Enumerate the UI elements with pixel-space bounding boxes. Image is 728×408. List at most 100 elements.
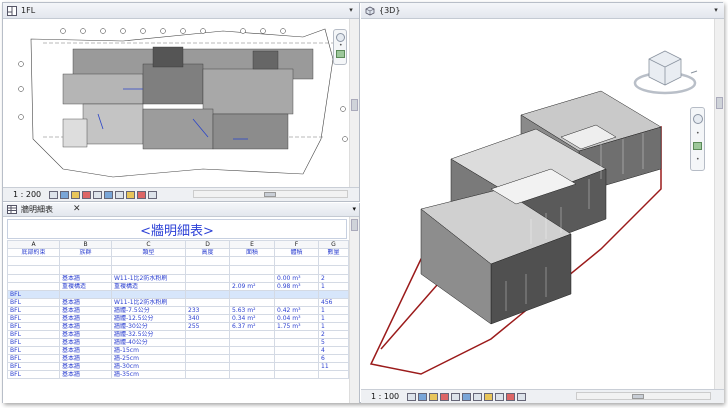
table-cell[interactable]: 牆-35cm [111, 370, 186, 379]
reveal-hidden-icon[interactable] [137, 190, 147, 199]
table-cell[interactable]: G [318, 240, 349, 249]
table-cell[interactable]: 0.00 m³ [274, 274, 319, 283]
table-cell[interactable] [229, 354, 275, 363]
table-cell[interactable]: 255 [185, 322, 230, 331]
table-cell[interactable] [318, 265, 349, 275]
table-cell[interactable] [7, 282, 60, 291]
table-cell[interactable]: 基本牆 [59, 354, 112, 363]
table-cell[interactable]: BFL [7, 290, 60, 299]
table-cell[interactable] [229, 274, 275, 283]
table-cell[interactable]: BFL [7, 330, 60, 339]
table-cell[interactable]: 類型 [111, 248, 186, 257]
table-cell[interactable]: A [7, 240, 60, 249]
table-row[interactable]: BFL 基本牆 牆體-7.5公分 233 5.63 m² 0.42 m³ 1 [7, 306, 349, 315]
detail-level-icon[interactable] [49, 190, 59, 199]
table-cell[interactable] [274, 338, 319, 347]
table-row[interactable]: 重複構造 重複構造 2.09 m² 0.98 m³ 1 [7, 282, 349, 291]
scroll-thumb[interactable] [632, 394, 644, 399]
plan-scale-label[interactable]: 1 : 200 [13, 190, 41, 199]
table-cell[interactable] [59, 290, 112, 299]
table-cell[interactable]: 基本牆 [59, 314, 112, 323]
table-cell[interactable] [185, 354, 230, 363]
plan-view-titlebar[interactable]: 1FL ▾ [3, 3, 359, 19]
analytical-model-icon[interactable] [148, 190, 158, 199]
table-cell[interactable]: 1 [318, 322, 349, 331]
floor-plan-drawing[interactable] [3, 19, 349, 188]
table-cell[interactable] [229, 346, 275, 355]
table-cell[interactable]: 2 [318, 274, 349, 283]
table-cell[interactable] [274, 346, 319, 355]
plan-horizontal-scrollbar[interactable] [193, 190, 348, 198]
table-cell[interactable]: 2.09 m² [229, 282, 275, 291]
table-cell[interactable]: 11 [318, 362, 349, 371]
zoom-region-icon[interactable] [693, 142, 702, 150]
pane-menu-icon[interactable]: ▾ [346, 6, 356, 15]
table-cell[interactable]: 2 [318, 330, 349, 339]
table-cell[interactable] [185, 274, 230, 283]
table-cell[interactable] [7, 274, 60, 283]
table-cell[interactable] [185, 362, 230, 371]
table-cell[interactable] [185, 256, 230, 266]
table-cell[interactable]: BFL [7, 362, 60, 371]
lock-view-icon[interactable] [115, 190, 125, 199]
scroll-thumb[interactable] [716, 97, 723, 109]
table-cell[interactable]: 456 [318, 298, 349, 307]
steering-wheel-icon[interactable] [693, 114, 703, 124]
table-cell[interactable]: 牆體-7.5公分 [111, 306, 186, 315]
table-row[interactable]: BFL [7, 290, 349, 299]
table-cell[interactable]: 233 [185, 306, 230, 315]
table-cell[interactable] [185, 298, 230, 307]
table-cell[interactable] [59, 256, 112, 266]
column-header-row[interactable]: 底部約束 族群 類型 高度 面積 體積 數量 [7, 248, 349, 257]
table-cell[interactable]: 基本牆 [59, 274, 112, 283]
blank-row[interactable] [7, 256, 349, 266]
table-cell[interactable]: W11-1比2防水粉刷 [111, 298, 186, 307]
table-cell[interactable]: 重複構造 [59, 282, 112, 291]
table-row[interactable]: 基本牆 W11-1比2防水粉刷 0.00 m³ 2 [7, 274, 349, 283]
table-cell[interactable] [274, 256, 319, 266]
three-d-vertical-scrollbar[interactable] [714, 19, 724, 389]
table-cell[interactable]: 牆-25cm [111, 354, 186, 363]
table-cell[interactable]: 高度 [185, 248, 230, 257]
temporary-hide-icon[interactable] [126, 190, 136, 199]
sun-path-icon[interactable] [429, 392, 439, 401]
table-cell[interactable] [229, 338, 275, 347]
table-cell[interactable]: BFL [7, 370, 60, 379]
table-cell[interactable]: 基本牆 [59, 338, 112, 347]
table-row[interactable]: BFL 基本牆 牆-25cm 6 [7, 354, 349, 363]
render-icon[interactable] [451, 392, 461, 401]
table-cell[interactable]: 族群 [59, 248, 112, 257]
table-cell[interactable]: BFL [7, 354, 60, 363]
zoom-region-icon[interactable] [336, 50, 345, 58]
table-cell[interactable] [229, 362, 275, 371]
table-cell[interactable] [274, 370, 319, 379]
three-d-view-titlebar[interactable]: {3D} ▾ [361, 3, 724, 19]
table-cell[interactable] [185, 346, 230, 355]
steering-wheel-icon[interactable] [336, 33, 345, 42]
table-cell[interactable]: W11-1比2防水粉刷 [111, 274, 186, 283]
table-cell[interactable] [318, 370, 349, 379]
table-cell[interactable]: B [59, 240, 112, 249]
three-d-view-pane[interactable]: {3D} ▾ • • 1: 100 [361, 3, 724, 403]
table-cell[interactable]: 牆體-12.5公分 [111, 314, 186, 323]
table-row[interactable]: BFL 基本牆 W11-1比2防水粉刷 456 [7, 298, 349, 307]
table-cell[interactable] [229, 290, 275, 299]
table-cell[interactable]: 1 [318, 306, 349, 315]
table-cell[interactable]: 牆體-30公分 [111, 322, 186, 331]
table-cell[interactable] [274, 290, 319, 299]
table-cell[interactable] [7, 265, 60, 275]
table-row[interactable]: BFL 基本牆 牆體-12.5公分 340 0.34 m² 0.04 m³ 1 [7, 314, 349, 323]
reveal-hidden-icon[interactable] [506, 392, 516, 401]
table-cell[interactable]: 1.75 m³ [274, 322, 319, 331]
table-row[interactable]: BFL 基本牆 牆-15cm 4 [7, 346, 349, 355]
table-cell[interactable] [229, 370, 275, 379]
scroll-thumb[interactable] [264, 192, 276, 197]
table-cell[interactable] [274, 265, 319, 275]
table-cell[interactable]: 體積 [274, 248, 319, 257]
table-cell[interactable]: D [185, 240, 230, 249]
three-d-model[interactable] [361, 19, 686, 387]
table-cell[interactable]: 6.37 m² [229, 322, 275, 331]
pane-menu-icon[interactable]: ▾ [352, 205, 356, 213]
table-cell[interactable] [318, 290, 349, 299]
table-cell[interactable]: 基本牆 [59, 370, 112, 379]
